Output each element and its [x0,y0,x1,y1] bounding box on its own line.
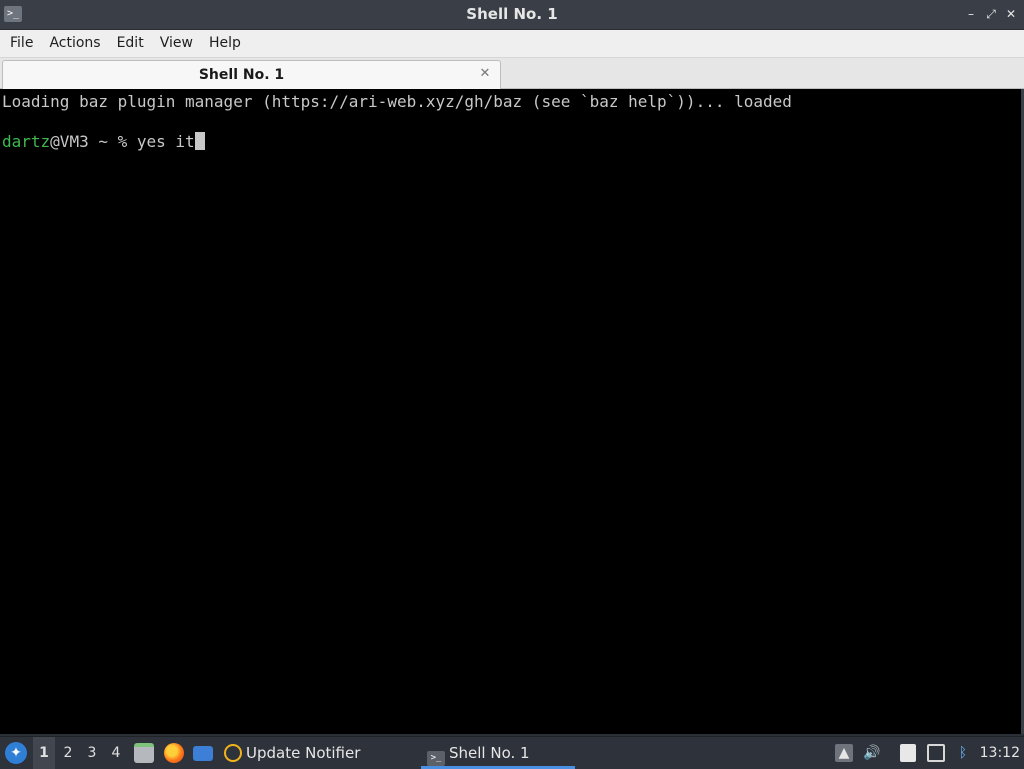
workspace-4[interactable]: 4 [105,737,127,769]
firefox-icon[interactable] [164,743,184,763]
close-window-button[interactable]: ✕ [1003,6,1019,22]
task-shell-1[interactable]: >_ Shell No. 1 [421,737,575,769]
workspace-2[interactable]: 2 [57,737,79,769]
terminal-prompt-line: dartz@VM3 ~ % yes it [2,132,205,152]
tab-bar: Shell No. 1 ✕ [0,58,1024,89]
restore-button[interactable]: ⤢ [983,6,999,22]
prompt-host: @VM3 ~ % [50,132,137,151]
tray-expand-icon[interactable]: ▲ [835,744,853,762]
workspace-1[interactable]: 1 [33,737,55,769]
menu-help[interactable]: Help [201,30,249,57]
window-titlebar[interactable]: >_ Shell No. 1 – ⤢ ✕ [0,0,1024,30]
menu-bar: File Actions Edit View Help [0,30,1024,58]
taskbar: ✦ 1 2 3 4 Update Notifier >_ Shell No. 1 … [0,736,1024,769]
tab-shell-1[interactable]: Shell No. 1 ✕ [2,60,501,89]
task-label: Shell No. 1 [449,744,530,762]
tab-close-icon[interactable]: ✕ [478,67,492,81]
file-manager-icon[interactable] [134,743,154,763]
command-input[interactable]: yes it [137,132,195,151]
menu-file[interactable]: File [2,30,41,57]
task-label: Update Notifier [246,744,361,762]
terminal-area[interactable]: Loading baz plugin manager (https://ari-… [0,89,1024,734]
clipboard-icon[interactable] [900,744,916,762]
menu-actions[interactable]: Actions [41,30,108,57]
menu-edit[interactable]: Edit [109,30,152,57]
update-notifier-icon [224,744,242,762]
menu-view[interactable]: View [152,30,201,57]
terminal-cursor [194,132,205,150]
window-title: Shell No. 1 [466,5,558,23]
prompt-user: dartz [2,132,51,151]
volume-icon[interactable]: 🔊 [863,744,881,762]
bluetooth-icon[interactable]: ᛒ [954,744,972,762]
task-update-notifier[interactable]: Update Notifier [224,737,360,769]
minimize-button[interactable]: – [963,6,979,22]
desktop-icon[interactable] [193,746,213,761]
start-menu-icon[interactable]: ✦ [5,742,27,764]
terminal-icon: >_ [427,751,445,766]
clock[interactable]: 13:12 [980,737,1020,769]
network-icon[interactable] [927,744,945,762]
terminal-output-line: Loading baz plugin manager (https://ari-… [2,92,792,111]
tab-label: Shell No. 1 [198,67,285,83]
workspace-3[interactable]: 3 [81,737,103,769]
